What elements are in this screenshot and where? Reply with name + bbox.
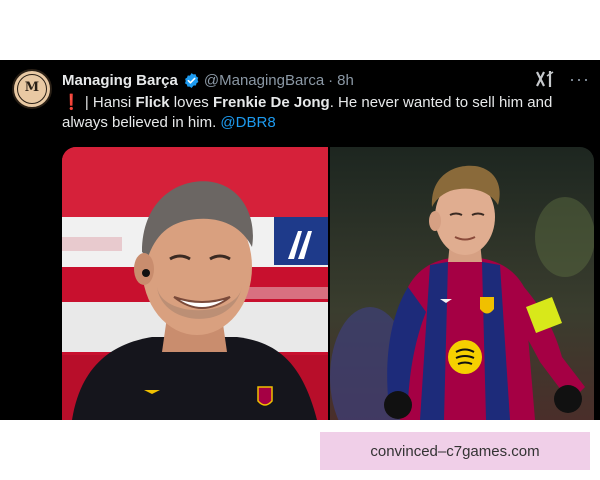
timestamp[interactable]: 8h — [337, 72, 354, 89]
text-part-2: loves — [169, 94, 213, 111]
separator-dot: · — [328, 71, 334, 89]
handle[interactable]: @ManagingBarca — [204, 72, 324, 89]
watermark-banner: convinced–c7games.com — [320, 432, 590, 470]
display-name[interactable]: Managing Barça — [62, 72, 178, 89]
tweet-actions-top: ··· — [535, 70, 590, 88]
tweet-card: M Managing Barça @ManagingBarca · 8h ···… — [0, 60, 600, 420]
text-bold-2: Frenkie De Jong — [212, 94, 330, 111]
verified-badge-icon — [184, 72, 199, 88]
exclamation-icon: ❗ — [62, 94, 81, 111]
more-icon[interactable]: ··· — [569, 70, 590, 88]
tweet-header: Managing Barça @ManagingBarca · 8h — [62, 70, 354, 90]
watermark-text: convinced–c7games.com — [370, 442, 540, 460]
tweet-media[interactable] — [62, 147, 594, 420]
grok-icon[interactable] — [535, 70, 555, 88]
photo-player[interactable] — [330, 147, 594, 420]
mention-link[interactable]: @DBR8 — [220, 114, 275, 131]
tweet-text: ❗ | Hansi Flick loves Frenkie De Jong. H… — [62, 93, 592, 133]
avatar-monogram: M — [24, 80, 40, 95]
text-bold-1: Flick — [135, 94, 170, 111]
photo-coach[interactable] — [62, 147, 328, 420]
text-part-1: | Hansi — [80, 94, 136, 111]
avatar[interactable]: M — [12, 69, 52, 109]
